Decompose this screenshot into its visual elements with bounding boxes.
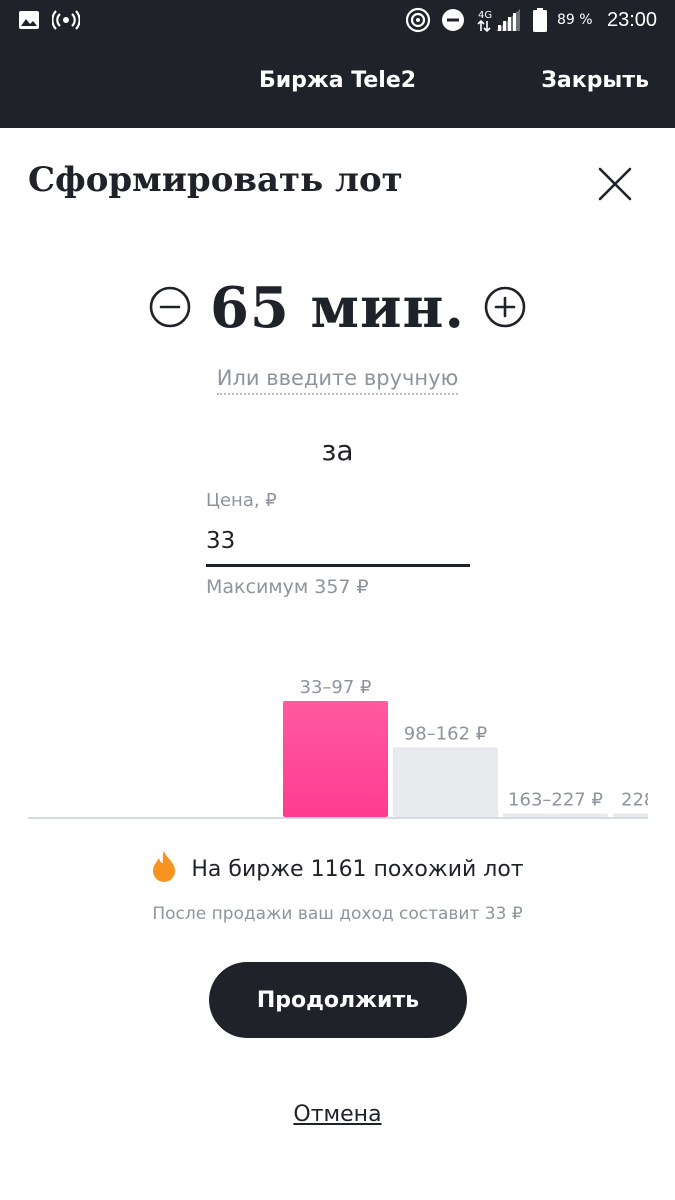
broadcast-icon xyxy=(52,0,80,40)
page-title: Сформировать лот xyxy=(28,160,403,200)
cancel-container: Отмена xyxy=(0,1102,675,1127)
manual-entry-link[interactable]: Или введите вручную xyxy=(216,366,459,395)
price-max-hint: Максимум 357 ₽ xyxy=(206,576,369,598)
chart-bar-label: 163–227 ₽ xyxy=(508,790,603,811)
close-icon[interactable] xyxy=(596,165,634,203)
plus-circle-icon[interactable] xyxy=(484,286,526,328)
chart-bar[interactable] xyxy=(613,813,675,817)
signal-icon: 4G xyxy=(476,0,522,40)
similar-lots-text: На бирже 1161 похожий лот xyxy=(191,856,524,882)
manual-entry-container: Или введите вручную xyxy=(0,366,675,395)
chart-bar[interactable] xyxy=(503,813,608,817)
price-distribution-chart: 33–97 ₽ 98–162 ₽ 163–227 ₽ 228 xyxy=(28,677,675,819)
chart-bar-label: 33–97 ₽ xyxy=(300,677,372,698)
price-label: Цена, ₽ xyxy=(206,490,277,511)
svg-text:4G: 4G xyxy=(478,10,492,21)
income-text: После продажи ваш доход составит 33 ₽ xyxy=(152,904,523,924)
image-icon xyxy=(18,0,40,40)
price-input[interactable] xyxy=(206,518,470,567)
battery-percent: 89 % xyxy=(557,12,593,28)
fire-icon xyxy=(151,850,177,888)
status-bar: 4G 89 % 23:00 xyxy=(0,0,675,40)
close-link[interactable]: Закрыть xyxy=(541,68,649,93)
do-not-disturb-icon xyxy=(441,0,465,40)
similar-lots: На бирже 1161 похожий лот xyxy=(0,850,675,888)
chart-bar-label: 98–162 ₽ xyxy=(404,723,487,744)
hotspot-icon xyxy=(405,0,431,40)
chart-bar[interactable] xyxy=(393,747,498,817)
clock: 23:00 xyxy=(607,8,658,31)
chart-bar-label: 228 xyxy=(621,790,655,811)
battery-icon xyxy=(532,0,548,40)
minutes-value: 65 мин. xyxy=(209,275,466,341)
cancel-link[interactable]: Отмена xyxy=(293,1102,381,1127)
app-bar: Биржа Tele2 Закрыть xyxy=(0,40,675,128)
minutes-stepper: 65 мин. xyxy=(0,270,675,350)
for-label: за xyxy=(321,434,354,467)
continue-button[interactable]: Продолжить xyxy=(209,962,467,1038)
minus-circle-icon[interactable] xyxy=(149,286,191,328)
chart-bar[interactable] xyxy=(283,701,388,817)
